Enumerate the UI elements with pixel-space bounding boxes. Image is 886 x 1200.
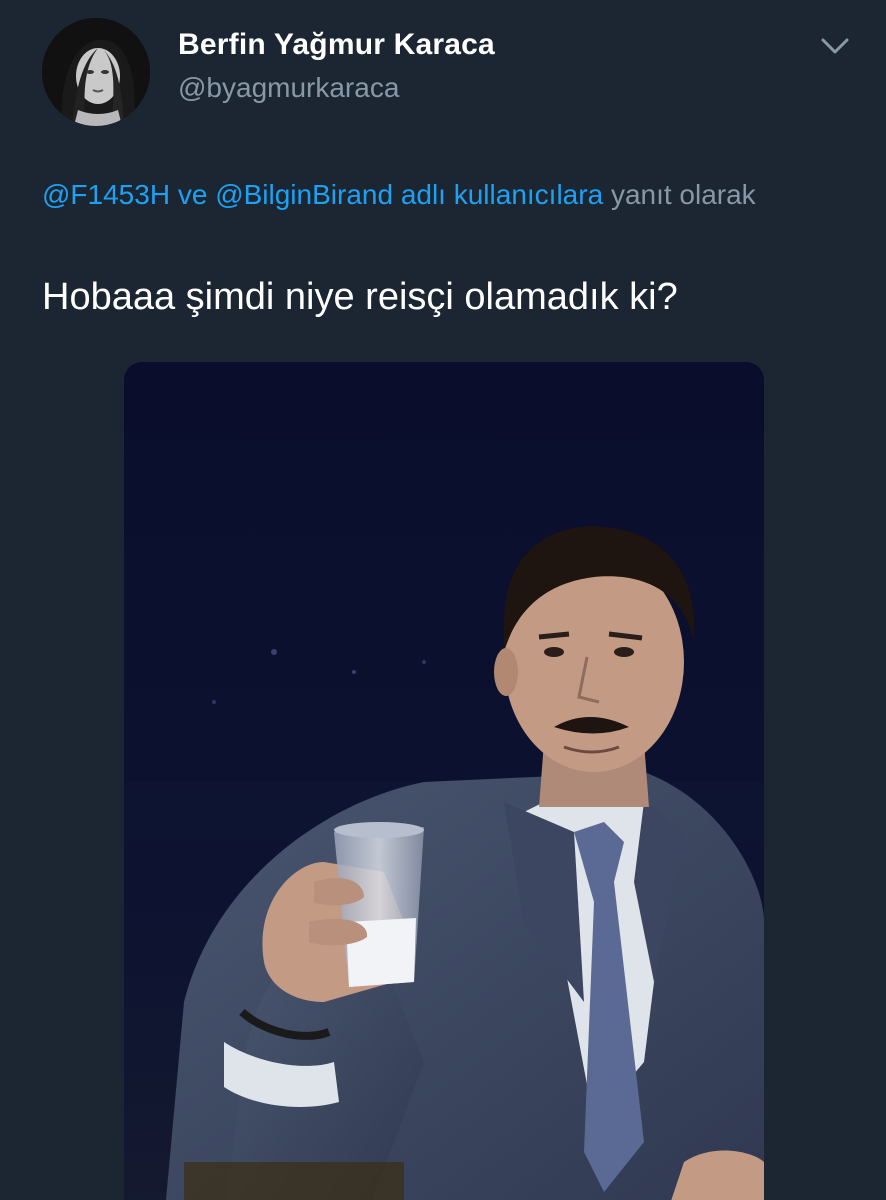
avatar[interactable] bbox=[42, 18, 150, 126]
mention-link[interactable]: @BilginBirand bbox=[215, 179, 393, 210]
tweet: Berfin Yağmur Karaca @byagmurkaraca @F14… bbox=[0, 0, 886, 1200]
author-handle[interactable]: @byagmurkaraca bbox=[178, 72, 399, 104]
photo-image bbox=[124, 362, 764, 1200]
reply-context-suffix: yanıt olarak bbox=[610, 179, 756, 210]
mention-joiner[interactable]: ve bbox=[178, 179, 208, 210]
tweet-photo[interactable] bbox=[124, 362, 764, 1200]
author-display-name[interactable]: Berfin Yağmur Karaca bbox=[178, 28, 495, 62]
reply-context: @F1453H ve @BilginBirand adlı kullanıcıl… bbox=[42, 170, 852, 220]
chevron-down-icon[interactable] bbox=[818, 32, 852, 60]
mention-link[interactable]: @F1453H bbox=[42, 179, 170, 210]
reply-users-link[interactable]: adlı kullanıcılara bbox=[401, 179, 603, 210]
avatar-photo bbox=[42, 18, 150, 126]
tweet-text: Hobaaa şimdi niye reisçi olamadık ki? bbox=[42, 276, 678, 318]
